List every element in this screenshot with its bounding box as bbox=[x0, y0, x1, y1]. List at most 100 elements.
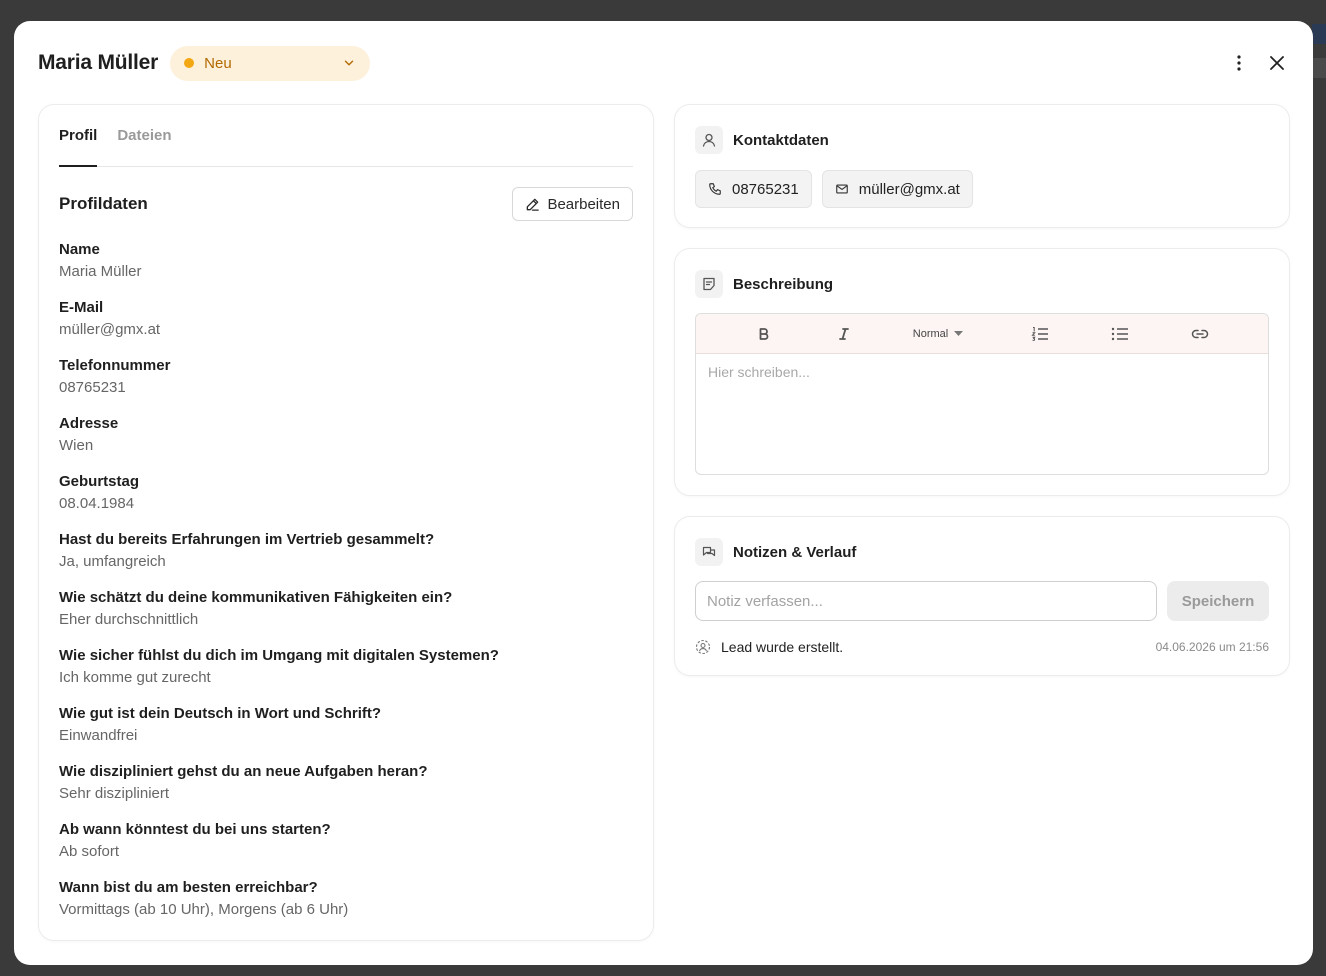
field-value: Ja, umfangreich bbox=[59, 553, 166, 570]
editor-content[interactable]: Hier schreiben... bbox=[696, 354, 1268, 390]
save-note-button[interactable]: Speichern bbox=[1167, 581, 1269, 621]
contact-title: Kontaktdaten bbox=[733, 131, 829, 149]
phone-icon bbox=[709, 183, 721, 195]
profile-field: Wann bist du am besten erreichbar? Vormit… bbox=[59, 879, 633, 937]
backdrop-element bbox=[1312, 58, 1326, 78]
close-button[interactable] bbox=[1265, 51, 1289, 75]
email-chip[interactable]: müller@gmx.at bbox=[821, 170, 973, 208]
mail-icon bbox=[835, 184, 848, 194]
profile-field: Wie gut ist dein Deutsch in Wort und Sch… bbox=[59, 705, 633, 763]
edit-button[interactable]: Bearbeiten bbox=[512, 187, 633, 221]
link-button[interactable] bbox=[1190, 324, 1210, 344]
bold-icon bbox=[759, 328, 769, 340]
description-card: Beschreibung Normal Hier schreiben... bbox=[674, 248, 1290, 496]
modal-header: Maria Müller Neu bbox=[38, 45, 1289, 81]
field-label: Wie gut ist dein Deutsch in Wort und Sch… bbox=[59, 705, 382, 722]
notes-card: Notizen & Verlauf Speichern Lead wurde e… bbox=[674, 516, 1290, 676]
status-dot bbox=[184, 58, 195, 68]
close-icon bbox=[1270, 56, 1284, 70]
header-actions bbox=[1227, 51, 1289, 75]
backdrop-element bbox=[1312, 24, 1326, 44]
profile-fields: Name Maria Müller E-Mail müller@gmx.at Tel… bbox=[59, 241, 633, 937]
profile-field: Geburtstag 08.04.1984 bbox=[59, 473, 633, 531]
profile-field: Wie diszipliniert gehst du an neue Aufga… bbox=[59, 763, 633, 821]
profile-field: E-Mail müller@gmx.at bbox=[59, 299, 633, 357]
lead-detail-modal: Maria Müller Neu Profil Dateien Profilda… bbox=[14, 21, 1313, 965]
editor-toolbar: Normal bbox=[696, 314, 1268, 354]
field-label: Telefonnummer bbox=[59, 357, 171, 374]
italic-button[interactable] bbox=[834, 324, 854, 344]
ordered-list-button[interactable] bbox=[1030, 324, 1050, 344]
phone-value: 08765231 bbox=[732, 180, 799, 198]
contact-header: Kontaktdaten bbox=[695, 126, 829, 154]
field-label: Wie diszipliniert gehst du an neue Aufga… bbox=[59, 763, 428, 780]
rich-text-editor: Normal Hier schreiben... bbox=[695, 313, 1269, 475]
tab-profil[interactable]: Profil bbox=[59, 123, 98, 167]
notes-title: Notizen & Verlauf bbox=[733, 543, 857, 561]
ordered-list-icon bbox=[1031, 327, 1048, 341]
profile-card: Profil Dateien Profildaten Bearbeiten Na… bbox=[38, 104, 654, 941]
tab-dateien[interactable]: Dateien bbox=[117, 123, 171, 167]
note-composer: Speichern bbox=[695, 581, 1269, 621]
field-label: Hast du bereits Erfahrungen im Vertrieb … bbox=[59, 531, 435, 548]
format-dropdown[interactable]: Normal bbox=[906, 324, 970, 344]
email-value: müller@gmx.at bbox=[858, 180, 960, 198]
field-value: Vormittags (ab 10 Uhr), Morgens (ab 6 Uh… bbox=[59, 901, 349, 918]
status-dropdown[interactable]: Neu bbox=[170, 45, 371, 81]
italic-icon bbox=[839, 328, 849, 340]
field-value: müller@gmx.at bbox=[59, 321, 161, 338]
more-vertical-icon bbox=[1237, 55, 1241, 71]
bullet-list-button[interactable] bbox=[1110, 324, 1130, 344]
field-label: Geburtstag bbox=[59, 473, 140, 490]
link-icon bbox=[1191, 329, 1209, 339]
edit-button-label: Bearbeiten bbox=[547, 195, 620, 213]
field-label: Wie schätzt du deine kommunikativen Fähi… bbox=[59, 589, 453, 606]
field-value: Wien bbox=[59, 437, 94, 454]
format-label: Normal bbox=[912, 328, 949, 340]
field-value: Ich komme gut zurecht bbox=[59, 669, 211, 686]
bold-button[interactable] bbox=[754, 324, 774, 344]
field-label: Wie sicher fühlst du dich im Umgang mit … bbox=[59, 647, 499, 664]
field-value: Eher durchschnittlich bbox=[59, 611, 199, 628]
chat-icon bbox=[695, 538, 723, 566]
pencil-icon bbox=[527, 198, 540, 211]
profile-field: Wie schätzt du deine kommunikativen Fähi… bbox=[59, 589, 633, 647]
profile-title: Profildaten bbox=[59, 194, 148, 213]
contact-card: Kontaktdaten 08765231 müller@gmx.at bbox=[674, 104, 1290, 228]
history-timestamp: 04.06.2026 um 21:56 bbox=[1155, 640, 1269, 654]
chevron-down-icon bbox=[344, 60, 354, 66]
description-title: Beschreibung bbox=[733, 275, 834, 293]
description-header: Beschreibung bbox=[695, 270, 833, 298]
field-value: Maria Müller bbox=[59, 263, 142, 280]
profile-field: Telefonnummer 08765231 bbox=[59, 357, 633, 415]
profile-field: Adresse Wien bbox=[59, 415, 633, 473]
field-label: Ab wann könntest du bei uns starten? bbox=[59, 821, 331, 838]
note-icon bbox=[695, 270, 723, 298]
field-value: 08.04.1984 bbox=[59, 495, 135, 512]
bullet-list-icon bbox=[1111, 327, 1128, 341]
more-options-button[interactable] bbox=[1227, 51, 1251, 75]
user-icon bbox=[695, 126, 723, 154]
user-circle-icon bbox=[695, 639, 711, 655]
field-value: Einwandfrei bbox=[59, 727, 138, 744]
field-value: 08765231 bbox=[59, 379, 126, 396]
status-label: Neu bbox=[204, 54, 232, 72]
lead-name-title: Maria Müller bbox=[38, 51, 159, 74]
profile-field: Hast du bereits Erfahrungen im Vertrieb … bbox=[59, 531, 633, 589]
phone-chip[interactable]: 08765231 bbox=[695, 170, 812, 208]
field-label: Wann bist du am besten erreichbar? bbox=[59, 879, 318, 896]
field-label: E-Mail bbox=[59, 299, 104, 316]
notes-header: Notizen & Verlauf bbox=[695, 538, 856, 566]
profile-field: Wie sicher fühlst du dich im Umgang mit … bbox=[59, 647, 633, 705]
contact-chips: 08765231 müller@gmx.at bbox=[695, 170, 973, 208]
profile-field: Ab wann könntest du bei uns starten? Ab s… bbox=[59, 821, 633, 879]
caret-down-icon bbox=[954, 331, 964, 336]
field-label: Adresse bbox=[59, 415, 119, 432]
field-value: Sehr diszipliniert bbox=[59, 785, 170, 802]
profile-header: Profildaten Bearbeiten bbox=[59, 187, 633, 221]
tab-bar: Profil Dateien bbox=[59, 123, 633, 167]
note-input[interactable] bbox=[695, 581, 1157, 621]
profile-field: Name Maria Müller bbox=[59, 241, 633, 299]
editor-placeholder: Hier schreiben... bbox=[708, 364, 810, 380]
field-label: Name bbox=[59, 241, 100, 258]
